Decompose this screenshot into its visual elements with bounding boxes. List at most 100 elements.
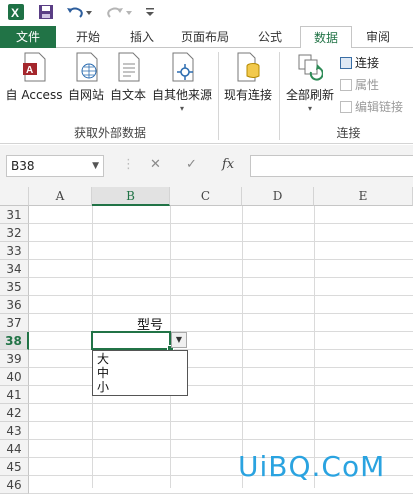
- customize-toolbar-icon[interactable]: [144, 3, 156, 21]
- ribbon-data-panel: A 自 Access 自网站 自文本 自其他来源 ▾ 获取外部数据 现有连接 全…: [0, 48, 413, 144]
- column-header-e[interactable]: E: [314, 187, 413, 206]
- gridline: [29, 367, 413, 368]
- group-label-get-external-data: 获取外部数据: [73, 126, 146, 140]
- refresh-icon: [297, 52, 324, 82]
- gridline: [29, 385, 413, 386]
- insert-function-icon[interactable]: fx: [222, 157, 234, 172]
- from-text-label: 自文本: [109, 88, 146, 102]
- access-db-icon: A: [21, 52, 47, 82]
- gridline: [29, 259, 413, 260]
- row-header-37[interactable]: 37: [0, 314, 29, 332]
- from-web-label: 自网站: [67, 88, 104, 102]
- svg-text:X: X: [11, 6, 19, 20]
- svg-text:A: A: [26, 65, 33, 76]
- row-header-41[interactable]: 41: [0, 386, 29, 404]
- tab-home[interactable]: 开始: [64, 26, 112, 48]
- ribbon-tabs: 文件 开始 插入 页面布局 公式 数据 审阅: [0, 26, 413, 51]
- properties-button[interactable]: 属性: [340, 76, 379, 94]
- gridline: [29, 223, 413, 224]
- existing-connections-button[interactable]: 现有连接: [222, 52, 274, 103]
- column-header-c[interactable]: C: [170, 187, 242, 206]
- row-header-39[interactable]: 39: [0, 350, 29, 368]
- refresh-all-button[interactable]: 全部刷新 ▾: [284, 52, 336, 113]
- redo-icon[interactable]: [104, 3, 134, 21]
- web-globe-icon: [73, 52, 99, 82]
- gridline: [29, 241, 413, 242]
- row-header-44[interactable]: 44: [0, 440, 29, 458]
- text-file-icon: [115, 52, 141, 82]
- column-header-b[interactable]: B: [92, 187, 170, 206]
- name-box[interactable]: B38 ▼: [6, 155, 104, 177]
- edit-links-button[interactable]: 编辑链接: [340, 98, 403, 116]
- active-cell-b38[interactable]: [91, 331, 171, 350]
- connections-icon: [340, 57, 352, 69]
- from-access-label: 自 Access: [5, 88, 63, 102]
- quick-access-toolbar: X: [0, 0, 413, 26]
- dropdown-option-medium[interactable]: 中: [93, 366, 187, 380]
- tab-formulas[interactable]: 公式: [246, 26, 294, 48]
- row-header-45[interactable]: 45: [0, 458, 29, 476]
- tab-review[interactable]: 审阅: [356, 26, 400, 48]
- tab-file[interactable]: 文件: [0, 26, 56, 48]
- dropdown-arrow-icon: ▾: [307, 104, 312, 113]
- group-separator: [218, 52, 219, 140]
- gridline: [29, 349, 413, 350]
- name-box-value: B38: [11, 159, 35, 173]
- row-header-32[interactable]: 32: [0, 224, 29, 242]
- gridline: [242, 206, 243, 488]
- enter-icon[interactable]: ✓: [186, 157, 197, 172]
- row-header-31[interactable]: 31: [0, 206, 29, 224]
- group-label-connections: 连接: [336, 126, 361, 140]
- properties-icon: [340, 79, 352, 91]
- tab-page-layout[interactable]: 页面布局: [172, 26, 238, 48]
- cancel-icon[interactable]: ✕: [150, 157, 161, 172]
- row-header-33[interactable]: 33: [0, 242, 29, 260]
- edit-links-label: 编辑链接: [355, 100, 404, 114]
- from-access-button[interactable]: A 自 Access: [4, 52, 64, 103]
- worksheet-grid[interactable]: A B C D E 31 32 33 34 35 36 37 38 39 40 41 42 43 44 45…: [0, 187, 413, 494]
- gridline: [29, 403, 413, 404]
- row-header-43[interactable]: 43: [0, 422, 29, 440]
- row-header-38[interactable]: 38: [0, 332, 29, 350]
- gridline: [314, 206, 315, 488]
- formula-input[interactable]: [250, 155, 413, 177]
- column-header-a[interactable]: A: [29, 187, 92, 206]
- gridline: [29, 421, 413, 422]
- from-text-button[interactable]: 自文本: [108, 52, 148, 103]
- row-header-42[interactable]: 42: [0, 404, 29, 422]
- dropdown-option-small[interactable]: 小: [93, 380, 187, 394]
- data-validation-dropdown-button[interactable]: ▼: [171, 332, 187, 348]
- from-other-sources-button[interactable]: 自其他来源 ▾: [150, 52, 214, 113]
- undo-icon[interactable]: [64, 3, 94, 21]
- row-header-35[interactable]: 35: [0, 278, 29, 296]
- select-all-corner[interactable]: [0, 187, 29, 206]
- connections-button[interactable]: 连接: [340, 54, 379, 72]
- excel-logo-icon: X: [6, 3, 26, 21]
- refresh-all-label: 全部刷新: [285, 88, 334, 102]
- row-header-34[interactable]: 34: [0, 260, 29, 278]
- gridline: [29, 277, 413, 278]
- dropdown-option-large[interactable]: 大: [93, 352, 187, 366]
- formula-bar-grip-icon: ⋮: [122, 157, 135, 172]
- gridline: [29, 331, 413, 332]
- data-validation-list: 大 中 小: [92, 350, 188, 396]
- connections-label: 连接: [355, 56, 380, 70]
- gridline: [29, 295, 413, 296]
- existing-connections-icon: [235, 52, 261, 82]
- from-web-button[interactable]: 自网站: [66, 52, 106, 103]
- column-header-d[interactable]: D: [242, 187, 314, 206]
- row-header-40[interactable]: 40: [0, 368, 29, 386]
- gridline: [29, 313, 413, 314]
- group-separator: [279, 52, 280, 140]
- row-header-36[interactable]: 36: [0, 296, 29, 314]
- edit-links-icon: [340, 101, 352, 113]
- dropdown-arrow-icon: ▾: [179, 104, 184, 113]
- row-header-46[interactable]: 46: [0, 476, 29, 494]
- name-box-dropdown-icon[interactable]: ▼: [92, 156, 99, 176]
- save-icon[interactable]: [36, 3, 56, 21]
- tab-insert[interactable]: 插入: [118, 26, 166, 48]
- from-other-sources-label: 自其他来源: [151, 88, 212, 102]
- gridline: [29, 439, 413, 440]
- formula-bar: B38 ▼ ⋮ ✕ ✓ fx: [0, 145, 413, 187]
- existing-connections-label: 现有连接: [223, 88, 272, 102]
